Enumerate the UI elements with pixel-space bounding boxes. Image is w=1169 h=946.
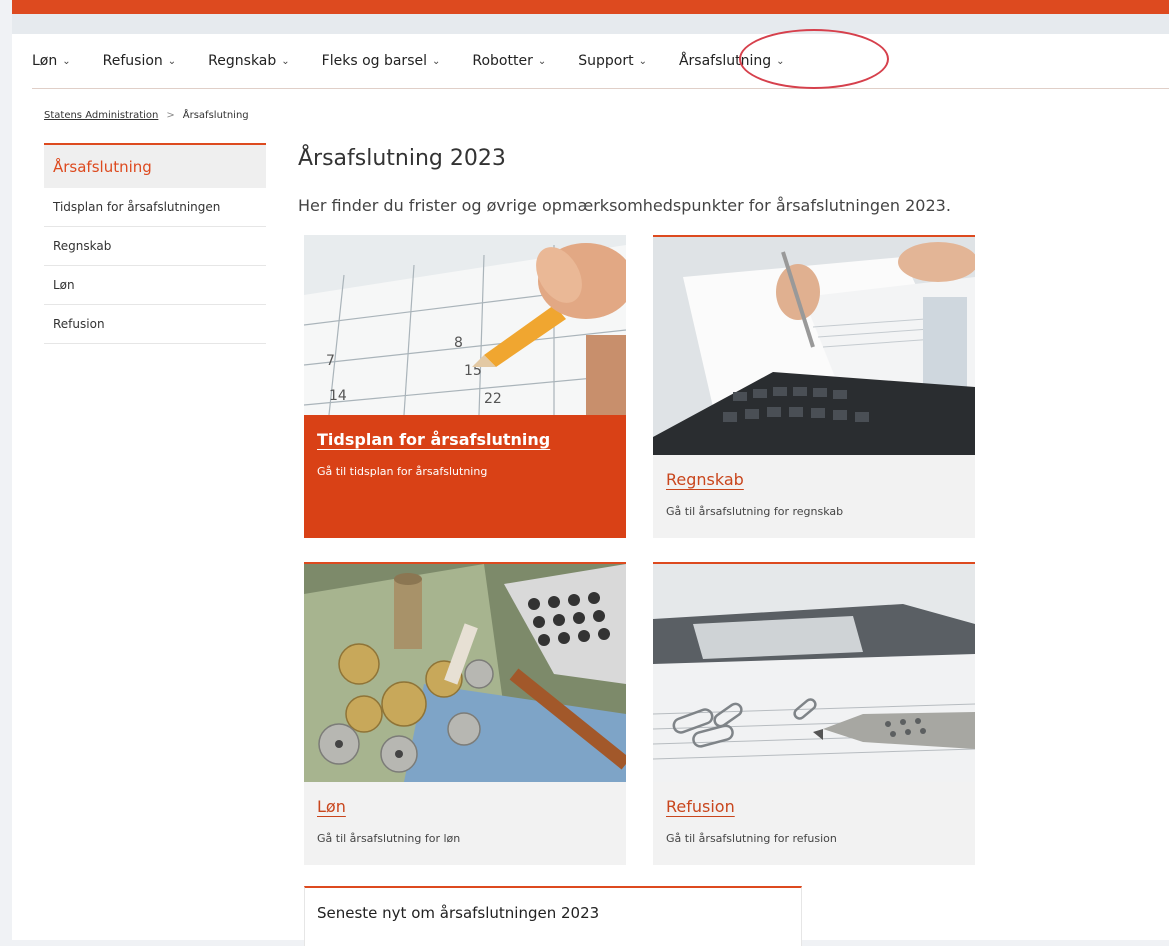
nav-item-label: Refusion bbox=[102, 53, 163, 69]
sidebar-item-tidsplan[interactable]: Tidsplan for årsafslutningen bbox=[44, 188, 266, 227]
page-content: Løn ⌄ Refusion ⌄ Regnskab ⌄ Fleks og bar… bbox=[12, 29, 1169, 946]
nav-item-label: Fleks og barsel bbox=[321, 53, 427, 69]
card-subtitle: Gå til årsafslutning for refusion bbox=[666, 832, 837, 845]
nav-item-lon[interactable]: Løn ⌄ bbox=[32, 53, 71, 69]
nav-item-label: Robotter bbox=[472, 53, 533, 69]
breadcrumb-home-link[interactable]: Statens Administration bbox=[44, 110, 158, 121]
breadcrumb-current: Årsafslutning bbox=[182, 110, 249, 121]
nav-item-robotter[interactable]: Robotter ⌄ bbox=[472, 53, 546, 69]
card-title[interactable]: Løn bbox=[317, 797, 346, 816]
card-regnskab[interactable]: Regnskab Gå til årsafslutning for regnsk… bbox=[653, 235, 975, 538]
nav-item-support[interactable]: Support ⌄ bbox=[578, 53, 647, 69]
chevron-down-icon: ⌄ bbox=[638, 55, 647, 67]
card-subtitle: Gå til tidsplan for årsafslutning bbox=[317, 465, 488, 478]
nav-item-label: Løn bbox=[32, 53, 58, 69]
news-title: Seneste nyt om årsafslutningen 2023 bbox=[317, 904, 600, 922]
svg-text:14: 14 bbox=[329, 388, 347, 404]
chevron-down-icon: ⌄ bbox=[62, 55, 71, 67]
nav-item-regnskab[interactable]: Regnskab ⌄ bbox=[208, 53, 289, 69]
card-refusion[interactable]: Refusion Gå til årsafslutning for refusi… bbox=[653, 562, 975, 865]
calendar-pencil-image: 7 8 14 15 22 bbox=[304, 235, 626, 415]
nav-item-fleks-og-barsel[interactable]: Fleks og barsel ⌄ bbox=[322, 53, 441, 69]
page-title: Årsafslutning 2023 bbox=[298, 146, 506, 171]
side-navigation: Årsafslutning Tidsplan for årsafslutning… bbox=[44, 143, 266, 344]
news-box: Seneste nyt om årsafslutningen 2023 bbox=[304, 886, 802, 946]
card-subtitle: Gå til årsafslutning for løn bbox=[317, 832, 461, 845]
svg-text:8: 8 bbox=[454, 335, 463, 351]
highlight-ring bbox=[739, 29, 889, 89]
coins-calculator-image bbox=[304, 564, 626, 782]
main-navigation: Løn ⌄ Refusion ⌄ Regnskab ⌄ Fleks og bar… bbox=[32, 29, 1169, 89]
breadcrumb-separator: > bbox=[166, 110, 175, 121]
nav-item-label: Support bbox=[578, 53, 634, 69]
svg-text:7: 7 bbox=[326, 353, 335, 369]
svg-text:22: 22 bbox=[484, 391, 502, 407]
sidebar-item-lon[interactable]: Løn bbox=[44, 266, 266, 305]
chevron-down-icon: ⌄ bbox=[431, 55, 441, 67]
card-subtitle: Gå til årsafslutning for regnskab bbox=[666, 505, 844, 518]
paperclips-pen-image bbox=[653, 564, 975, 782]
nav-item-refusion[interactable]: Refusion ⌄ bbox=[103, 53, 177, 69]
keyboard-documents-image bbox=[653, 237, 975, 455]
chevron-down-icon: ⌄ bbox=[537, 55, 547, 67]
chevron-down-icon: ⌄ bbox=[167, 55, 177, 67]
card-title[interactable]: Refusion bbox=[666, 797, 735, 816]
card-lon[interactable]: Løn Gå til årsafslutning for løn bbox=[304, 562, 626, 865]
card-title[interactable]: Tidsplan for årsafslutning bbox=[317, 430, 550, 449]
sidebar-item-regnskab[interactable]: Regnskab bbox=[44, 227, 266, 266]
top-strip bbox=[12, 14, 1169, 34]
nav-item-label: Regnskab bbox=[208, 53, 277, 69]
sidebar-item-arsafslutning[interactable]: Årsafslutning bbox=[44, 143, 266, 188]
breadcrumb: Statens Administration > Årsafslutning bbox=[44, 110, 249, 121]
card-title[interactable]: Regnskab bbox=[666, 470, 744, 489]
sidebar-item-refusion[interactable]: Refusion bbox=[44, 305, 266, 344]
page-lead: Her finder du frister og øvrige opmærkso… bbox=[298, 196, 951, 215]
chevron-down-icon: ⌄ bbox=[281, 55, 290, 67]
top-brand-bar bbox=[12, 0, 1169, 14]
card-tidsplan[interactable]: 7 8 14 15 22 Tidsplan for årsafslutning … bbox=[304, 235, 626, 538]
